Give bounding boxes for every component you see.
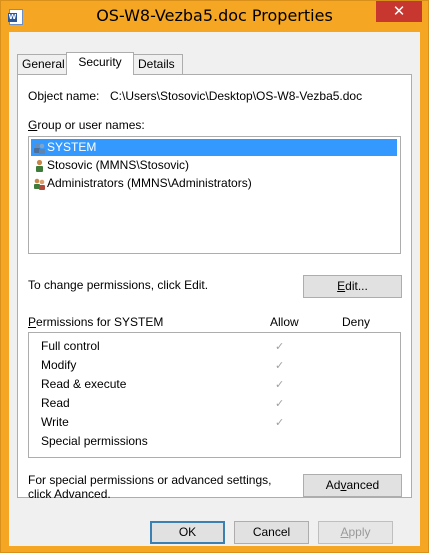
edit-button[interactable]: Edit... — [303, 275, 402, 298]
permission-row: Modify ✓ — [41, 356, 381, 375]
permission-row: Special permissions — [41, 434, 148, 448]
window-title: OS-W8-Vezba5.doc Properties — [96, 6, 333, 25]
security-tab-panel: Object name: C:\Users\Stosovic\Desktop\O… — [17, 74, 412, 501]
allow-check-icon: ✓ — [275, 416, 285, 429]
advanced-hint-line1: For special permissions or advanced sett… — [28, 473, 272, 487]
allow-column-header: Allow — [270, 315, 299, 329]
list-item-administrators[interactable]: Administrators (MMNS\Administrators) — [31, 175, 397, 192]
permission-row: Full control ✓ — [41, 337, 381, 356]
tab-general[interactable]: General — [17, 54, 67, 74]
dialog-body: General Security Details Object name: C:… — [9, 32, 420, 546]
properties-window: W OS-W8-Vezba5.doc Properties ✕ General … — [0, 0, 429, 553]
advanced-button[interactable]: Advanced — [303, 474, 402, 497]
list-item-stosovic[interactable]: Stosovic (MMNS\Stosovic) — [31, 157, 397, 174]
tab-details[interactable]: Details — [133, 54, 183, 74]
permission-row: Read & execute ✓ — [41, 375, 381, 394]
apply-button[interactable]: Apply — [318, 521, 393, 544]
list-item-label: SYSTEM — [47, 140, 97, 154]
group-icon — [34, 178, 45, 190]
allow-check-icon: ✓ — [275, 340, 285, 353]
permission-row: Write ✓ — [41, 413, 381, 432]
advanced-hint-line2: click Advanced. — [28, 487, 111, 501]
list-item-label: Administrators (MMNS\Administrators) — [47, 176, 252, 190]
permissions-header: Permissions for SYSTEM — [28, 315, 164, 329]
deny-column-header: Deny — [342, 315, 371, 329]
group-list-label: Group or user names: — [28, 118, 145, 132]
list-item-system[interactable]: SYSTEM — [31, 139, 397, 156]
object-name-label: Object name: — [28, 89, 100, 103]
permission-row: Read ✓ — [41, 394, 381, 413]
permissions-list[interactable]: Full control ✓ Modify ✓ Read & execute ✓… — [28, 332, 401, 458]
allow-check-icon: ✓ — [275, 359, 285, 372]
change-permissions-hint: To change permissions, click Edit. — [28, 278, 209, 292]
list-item-label: Stosovic (MMNS\Stosovic) — [47, 158, 190, 172]
group-user-listbox[interactable]: SYSTEM Stosovic (MMNS\Stosovic) Administ… — [28, 136, 401, 254]
ok-button[interactable]: OK — [150, 521, 225, 544]
tab-security[interactable]: Security — [66, 52, 134, 75]
user-icon — [36, 159, 43, 172]
allow-check-icon: ✓ — [275, 378, 285, 391]
system-users-icon — [34, 142, 45, 154]
object-name-value: C:\Users\Stosovic\Desktop\OS-W8-Vezba5.d… — [110, 89, 363, 103]
allow-check-icon: ✓ — [275, 397, 285, 410]
title-bar[interactable]: W OS-W8-Vezba5.doc Properties ✕ — [1, 1, 428, 31]
close-button[interactable]: ✕ — [376, 1, 422, 22]
cancel-button[interactable]: Cancel — [234, 521, 309, 544]
